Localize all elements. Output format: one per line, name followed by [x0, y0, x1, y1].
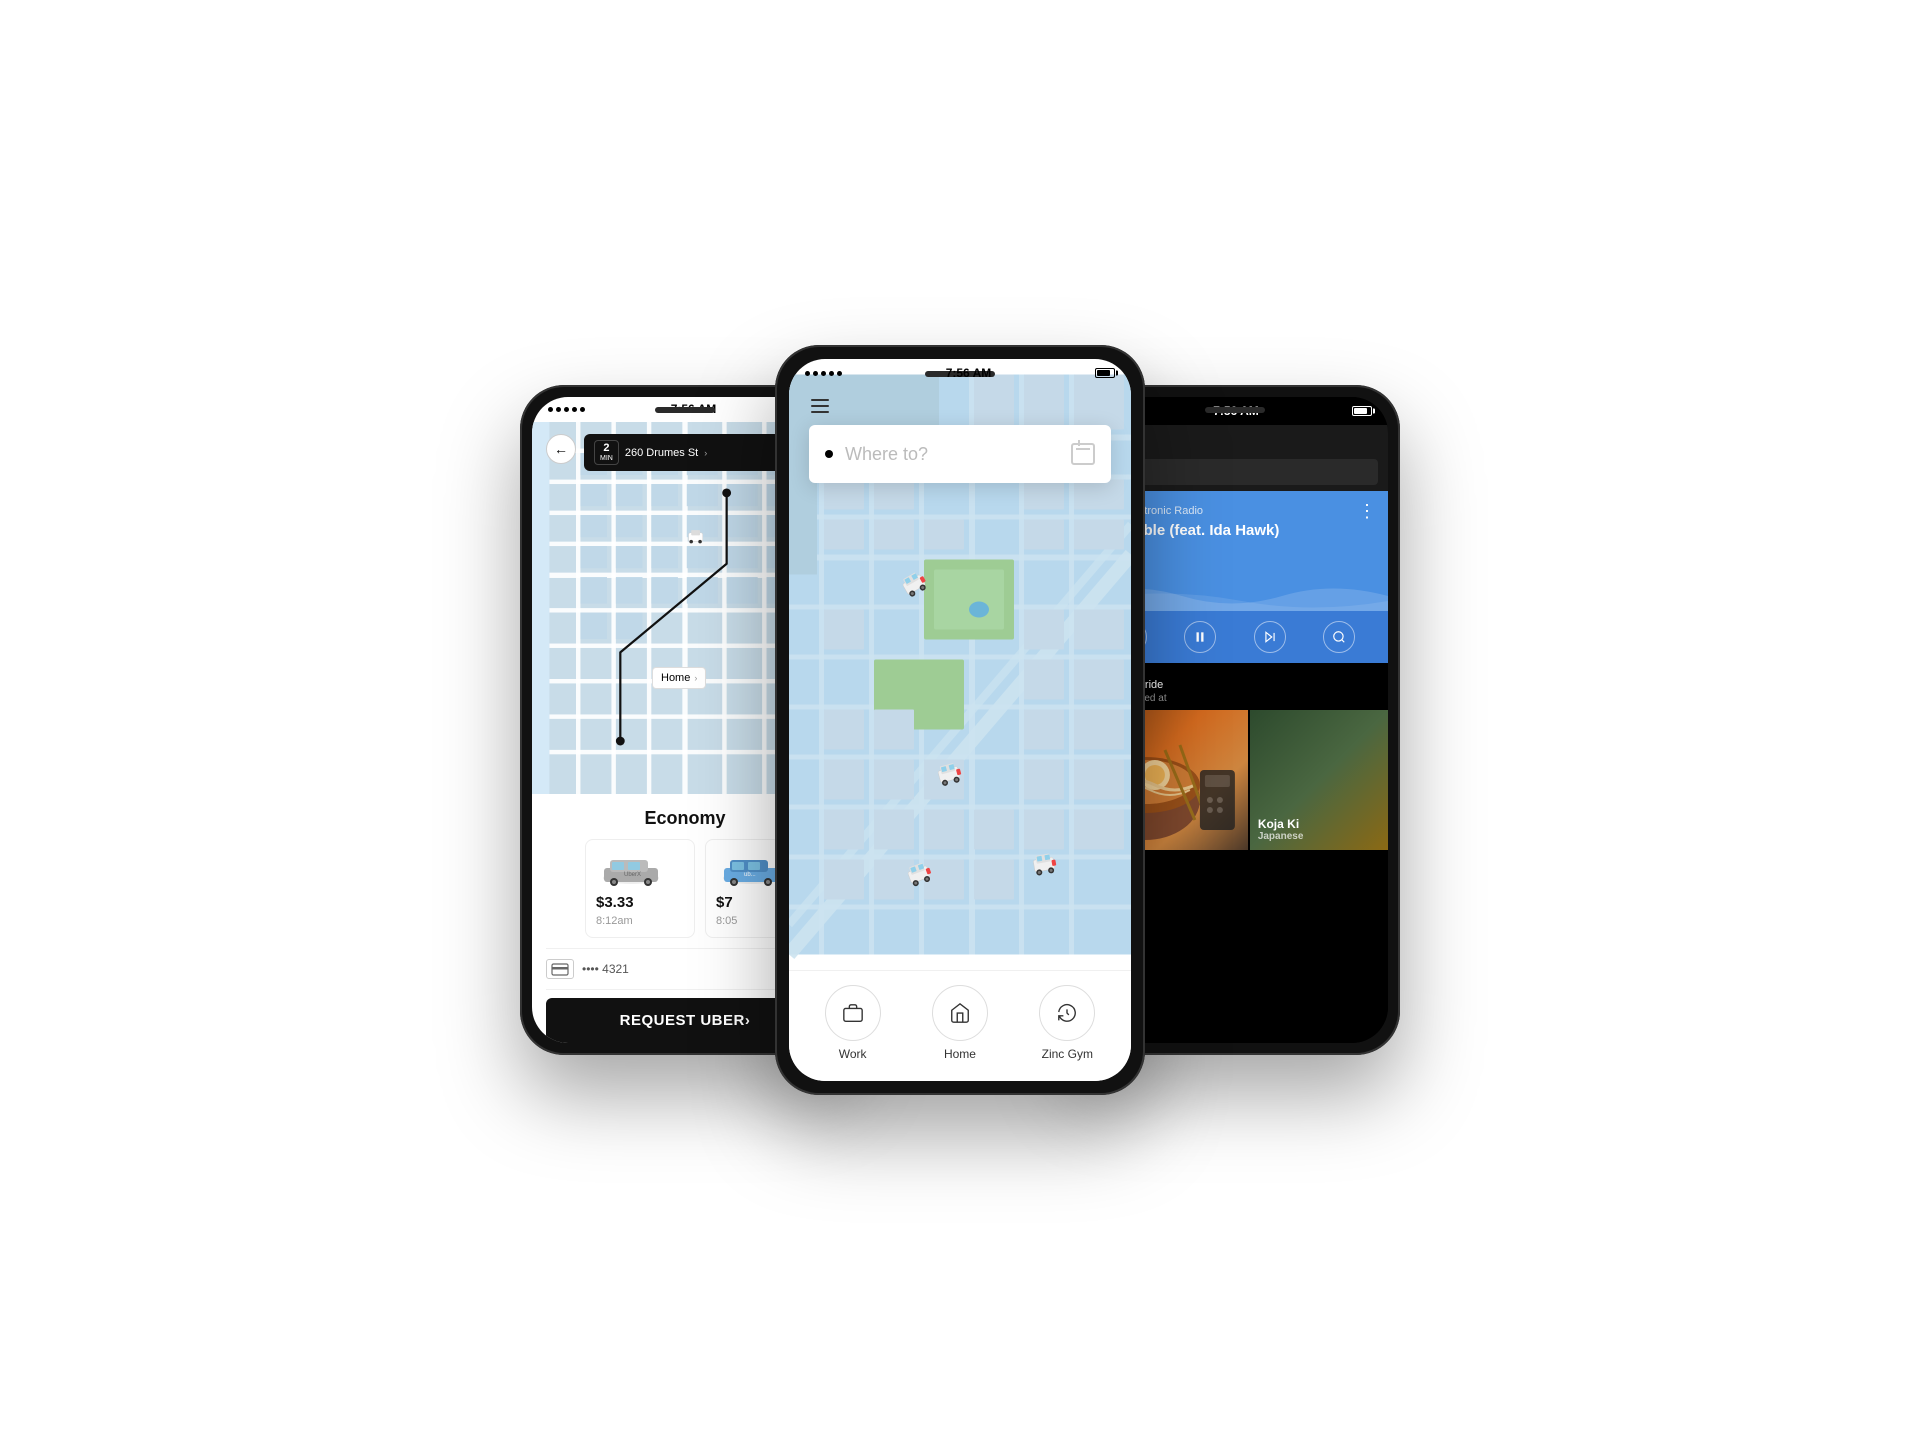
- calendar-icon[interactable]: [1071, 443, 1095, 465]
- ride-time-1: 8:12am: [596, 915, 633, 927]
- skip-button[interactable]: [1254, 621, 1286, 653]
- clock-icon-circle: [1039, 985, 1095, 1041]
- left-signal: [548, 407, 585, 412]
- back-button[interactable]: ←: [546, 434, 576, 464]
- search-placeholder: Where to?: [845, 444, 1071, 465]
- left-phone-speaker: [655, 407, 715, 413]
- skip-icon: [1263, 630, 1277, 644]
- bottom-nav: Work Home: [789, 970, 1131, 1081]
- pause-button[interactable]: [1184, 621, 1216, 653]
- home-dest-text: Home: [661, 672, 690, 684]
- home-icon-circle: [932, 985, 988, 1041]
- address-arrow: ›: [704, 448, 707, 458]
- center-map: Where to?: [789, 359, 1131, 970]
- right-battery: [1352, 406, 1372, 416]
- search-icon: [1332, 630, 1346, 644]
- nav-label-work: Work: [839, 1047, 867, 1061]
- center-signal: [805, 371, 842, 376]
- min-badge: 2 MIN: [594, 440, 619, 466]
- nav-label-zinc-gym: Zinc Gym: [1042, 1047, 1093, 1061]
- search-dot-icon: [825, 450, 833, 458]
- payment-number: •••• 4321: [582, 962, 629, 976]
- nav-item-zinc-gym[interactable]: Zinc Gym: [1039, 985, 1095, 1061]
- koji-type: Japanese: [1258, 831, 1304, 842]
- food-item-koji[interactable]: Koja Ki Japanese: [1250, 710, 1388, 850]
- ride-card-1[interactable]: UberX $3.33 8:12am: [585, 839, 695, 938]
- svg-text:UberX: UberX: [624, 872, 641, 878]
- menu-button[interactable]: [811, 399, 829, 413]
- search-bar[interactable]: Where to?: [809, 425, 1111, 483]
- search-music-button[interactable]: [1323, 621, 1355, 653]
- nav-item-work[interactable]: Work: [825, 985, 881, 1061]
- center-status-bar: 7:56 AM: [789, 359, 1131, 387]
- phones-container: 7:56 AM: [510, 120, 1410, 1320]
- center-battery: [1095, 368, 1115, 378]
- koji-name: Koja Ki: [1258, 817, 1304, 831]
- nav-label-home: Home: [944, 1047, 976, 1061]
- briefcase-icon: [842, 1002, 864, 1024]
- home-dest-bubble[interactable]: Home ›: [652, 667, 706, 689]
- more-options-button[interactable]: ⋮: [1358, 501, 1376, 522]
- ride-price-1: $3.33: [596, 894, 634, 911]
- center-time: 7:56 AM: [946, 366, 992, 380]
- address-text: 260 Drumes St: [625, 447, 698, 459]
- home-icon: [949, 1002, 971, 1024]
- center-phone: 7:56 AM: [775, 345, 1145, 1095]
- home-dest-arrow: ›: [694, 673, 697, 683]
- work-icon-circle: [825, 985, 881, 1041]
- ride-time-2: 8:05: [716, 915, 737, 927]
- history-icon: [1056, 1002, 1078, 1024]
- pause-icon: [1193, 630, 1207, 644]
- koji-label: Koja Ki Japanese: [1258, 817, 1304, 842]
- ride-card-2[interactable]: ub... $7 8:05: [705, 839, 785, 938]
- ride-price-2: $7: [716, 894, 733, 911]
- nav-item-home[interactable]: Home: [932, 985, 988, 1061]
- ride-car-img-1: UberX: [596, 850, 666, 890]
- svg-text:ub...: ub...: [744, 872, 756, 878]
- credit-card-icon: [546, 959, 574, 979]
- right-phone-speaker: [1205, 407, 1265, 413]
